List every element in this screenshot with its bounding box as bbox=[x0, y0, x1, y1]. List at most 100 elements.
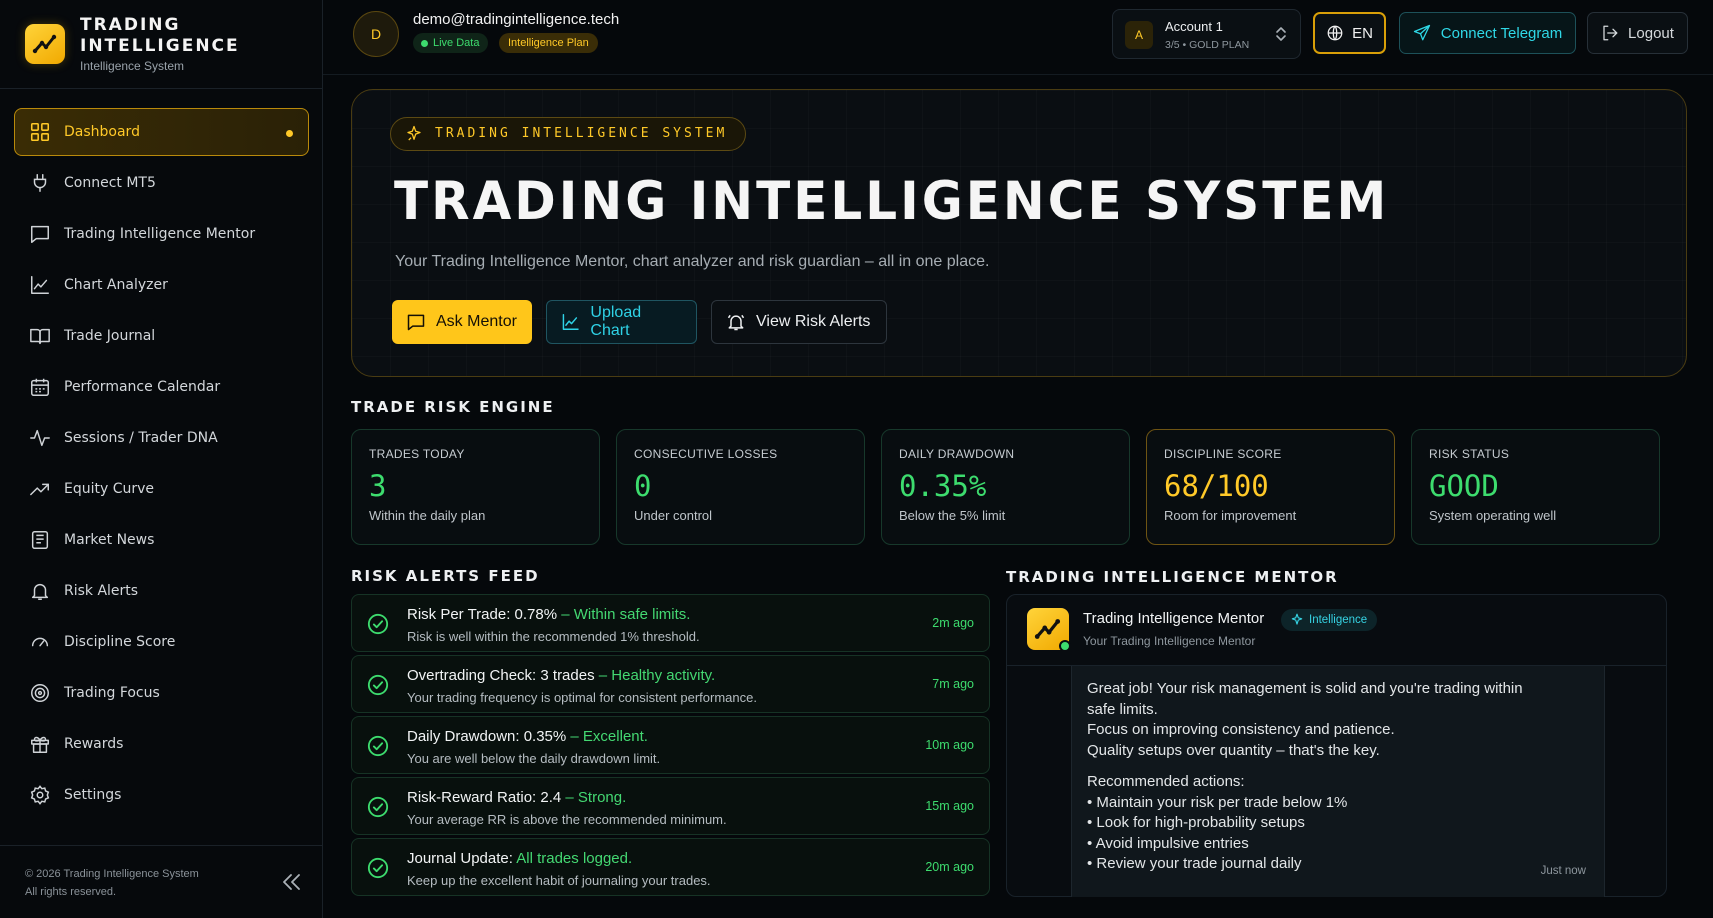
alert-title: Overtrading Check: 3 trades – Healthy ac… bbox=[407, 667, 716, 684]
chat-icon bbox=[31, 225, 49, 243]
sidebar-item-market-news[interactable]: Market News bbox=[14, 516, 309, 564]
message-line: Quality setups over quantity – that's th… bbox=[1087, 741, 1380, 759]
sidebar-item-rewards[interactable]: Rewards bbox=[14, 720, 309, 768]
gauge-icon bbox=[31, 637, 49, 647]
alert-title: Journal Update: All trades logged. bbox=[407, 850, 633, 867]
alert-item[interactable]: Risk-Reward Ratio: 2.4 – Strong. Your av… bbox=[351, 777, 990, 835]
logout-icon bbox=[1603, 25, 1618, 41]
mentor-section-title: TRADING INTELLIGENCE MENTOR bbox=[1006, 568, 1339, 586]
alert-description: Your trading frequency is optimal for co… bbox=[407, 690, 757, 705]
sidebar-item-equity-curve[interactable]: Equity Curve bbox=[14, 465, 309, 513]
hero-title: TRADING INTELLIGENCE SYSTEM bbox=[394, 170, 1390, 232]
line-chart-icon bbox=[31, 276, 49, 294]
alert-item[interactable]: Overtrading Check: 3 trades – Healthy ac… bbox=[351, 655, 990, 713]
gear-icon bbox=[30, 785, 50, 805]
sidebar-item-label: Risk Alerts bbox=[64, 583, 139, 599]
mentor-message: Great job! Your risk management is solid… bbox=[1071, 666, 1605, 897]
message-line: Great job! Your risk management is solid… bbox=[1087, 680, 1523, 697]
chat-icon bbox=[407, 314, 425, 331]
actions-title: Recommended actions: bbox=[1087, 773, 1245, 790]
logout-label: Logout bbox=[1628, 24, 1674, 42]
hero-tag: TRADING INTELLIGENCE SYSTEM bbox=[390, 117, 747, 151]
alert-item[interactable]: Risk Per Trade: 0.78% – Within safe limi… bbox=[351, 594, 990, 652]
brand[interactable]: TRADING INTELLIGENCE Intelligence System bbox=[0, 0, 323, 89]
mentor-name: Trading Intelligence Mentor bbox=[1083, 610, 1265, 627]
sidebar-item-settings[interactable]: Settings bbox=[14, 771, 309, 819]
alert-description: Your average RR is above the recommended… bbox=[407, 812, 727, 827]
action-item: • Maintain your risk per trade below 1% bbox=[1087, 793, 1348, 811]
kpi-subtext: Within the daily plan bbox=[369, 508, 486, 523]
alert-item[interactable]: Daily Drawdown: 0.35% – Excellent. You a… bbox=[351, 716, 990, 774]
sidebar-item-mentor[interactable]: Trading Intelligence Mentor bbox=[14, 210, 309, 258]
kpi-label: CONSECUTIVE LOSSES bbox=[634, 447, 778, 461]
sidebar-item-label: Performance Calendar bbox=[64, 379, 221, 395]
plan-badge: Intelligence Plan bbox=[499, 33, 598, 53]
check-circle-icon bbox=[367, 857, 389, 879]
connect-telegram-label: Connect Telegram bbox=[1440, 24, 1563, 42]
language-button[interactable]: EN bbox=[1313, 12, 1386, 54]
collapse-sidebar-button[interactable] bbox=[279, 870, 303, 894]
live-data-badge: Live Data bbox=[413, 33, 489, 53]
target-icon bbox=[31, 684, 49, 702]
trend-chart-icon bbox=[25, 24, 65, 64]
kpi-subtext: Below the 5% limit bbox=[899, 508, 1006, 523]
sidebar-item-trading-focus[interactable]: Trading Focus bbox=[14, 669, 309, 717]
kpi-card-discipline-score: DISCIPLINE SCORE 68/100 Room for improve… bbox=[1146, 429, 1395, 545]
book-icon bbox=[30, 328, 50, 345]
check-circle-icon bbox=[367, 674, 389, 696]
sidebar-item-discipline-score[interactable]: Discipline Score bbox=[14, 618, 309, 666]
bell-icon bbox=[31, 583, 49, 600]
trend-up-icon bbox=[30, 483, 49, 496]
kpi-label: DAILY DRAWDOWN bbox=[899, 447, 1015, 461]
sidebar-item-risk-alerts[interactable]: Risk Alerts bbox=[14, 567, 309, 615]
alerts-feed-title: RISK ALERTS FEED bbox=[351, 567, 540, 585]
sidebar-item-trade-journal[interactable]: Trade Journal bbox=[14, 312, 309, 360]
sidebar-item-chart-analyzer[interactable]: Chart Analyzer bbox=[14, 261, 309, 309]
kpi-label: DISCIPLINE SCORE bbox=[1164, 447, 1282, 461]
sidebar-item-label: Connect MT5 bbox=[64, 175, 156, 191]
hero-actions: Ask Mentor Upload Chart View Risk Alerts bbox=[392, 300, 887, 344]
connect-telegram-button[interactable]: Connect Telegram bbox=[1399, 12, 1576, 54]
alert-timestamp: 15m ago bbox=[925, 799, 974, 813]
sidebar-item-label: Sessions / Trader DNA bbox=[64, 430, 218, 446]
action-item: • Review your trade journal daily bbox=[1087, 855, 1302, 872]
alert-description: Keep up the excellent habit of journalin… bbox=[407, 873, 711, 888]
sidebar-item-label: Market News bbox=[64, 532, 155, 548]
logout-button[interactable]: Logout bbox=[1587, 12, 1688, 54]
view-risk-alerts-button[interactable]: View Risk Alerts bbox=[711, 300, 887, 344]
message-line: safe limits. bbox=[1087, 700, 1158, 718]
kpi-subtext: System operating well bbox=[1429, 508, 1557, 523]
alert-description: You are well below the daily drawdown li… bbox=[407, 751, 661, 766]
topbar: D demo@tradingintelligence.tech Live Dat… bbox=[323, 0, 1713, 75]
ask-mentor-button[interactable]: Ask Mentor bbox=[392, 300, 532, 344]
upload-chart-button[interactable]: Upload Chart bbox=[546, 300, 697, 344]
sidebar-item-label: Chart Analyzer bbox=[64, 277, 168, 293]
kpi-label: RISK STATUS bbox=[1429, 447, 1510, 461]
avatar[interactable]: D bbox=[353, 11, 399, 57]
kpi-label: TRADES TODAY bbox=[369, 447, 465, 461]
newspaper-icon bbox=[31, 531, 49, 549]
risk-alerts-feed: Risk Per Trade: 0.78% – Within safe limi… bbox=[351, 594, 990, 899]
sidebar-item-label: Trading Intelligence Mentor bbox=[64, 226, 256, 242]
sidebar-item-performance-calendar[interactable]: Performance Calendar bbox=[14, 363, 309, 411]
kpi-card-trades-today: TRADES TODAY 3 Within the daily plan bbox=[351, 429, 600, 545]
pulse-icon bbox=[30, 429, 50, 447]
sidebar-item-dashboard[interactable]: Dashboard bbox=[14, 108, 309, 156]
sidebar-item-label: Dashboard bbox=[64, 124, 140, 140]
brand-subtitle: Intelligence System bbox=[80, 59, 185, 73]
sidebar-item-connect-mt5[interactable]: Connect MT5 bbox=[14, 159, 309, 207]
user-email: demo@tradingintelligence.tech bbox=[413, 11, 620, 28]
account-name: Account 1 bbox=[1165, 19, 1223, 34]
alert-item[interactable]: Journal Update: All trades logged. Keep … bbox=[351, 838, 990, 896]
alert-title: Risk-Reward Ratio: 2.4 – Strong. bbox=[407, 789, 627, 806]
account-switcher[interactable]: A Account 1 3/5 • GOLD PLAN bbox=[1112, 9, 1301, 59]
sidebar-item-label: Discipline Score bbox=[64, 634, 176, 650]
sparkle-icon bbox=[407, 125, 421, 141]
alert-timestamp: 7m ago bbox=[932, 677, 974, 691]
action-item: • Avoid impulsive entries bbox=[1087, 834, 1249, 852]
kpi-subtext: Room for improvement bbox=[1164, 508, 1297, 523]
action-item: • Look for high-probability setups bbox=[1087, 814, 1305, 831]
sidebar-item-sessions[interactable]: Sessions / Trader DNA bbox=[14, 414, 309, 462]
globe-icon bbox=[1327, 25, 1343, 41]
sidebar-item-label: Trade Journal bbox=[64, 328, 156, 344]
